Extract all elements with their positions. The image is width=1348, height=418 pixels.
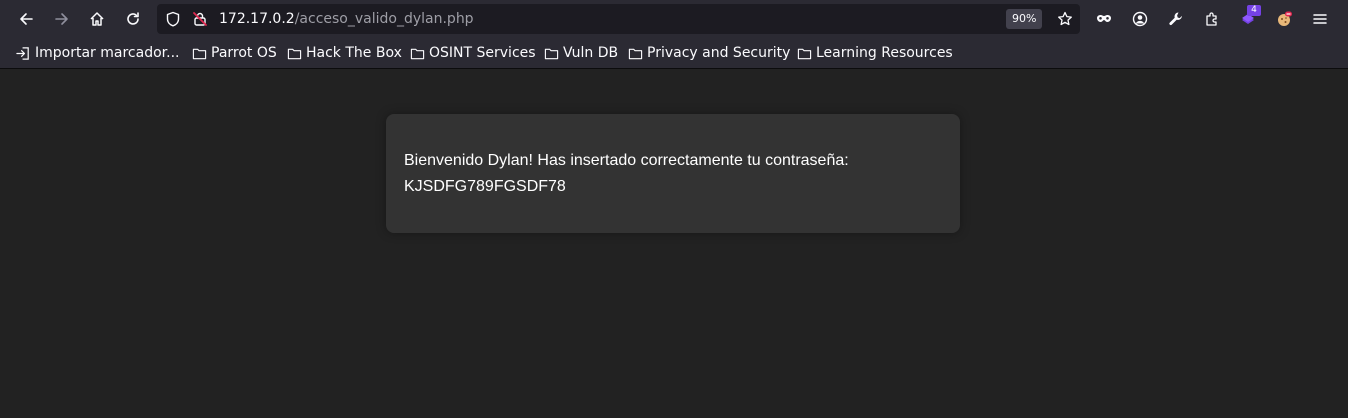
bookmark-label: Importar marcador...: [35, 45, 180, 61]
reload-button[interactable]: [121, 7, 145, 31]
insecure-lock-icon[interactable]: [192, 11, 208, 27]
welcome-message: Bienvenido Dylan! Has insertado correcta…: [404, 152, 849, 169]
bookmark-label: Hack The Box: [306, 45, 402, 61]
zoom-level-button[interactable]: 90%: [1006, 9, 1043, 29]
menu-button[interactable]: [1308, 7, 1332, 31]
extension-badge: 4: [1247, 5, 1261, 16]
folder-icon: [410, 48, 425, 59]
bookmark-folder-osint-services[interactable]: OSINT Services: [410, 38, 536, 68]
wrench-icon: [1169, 12, 1182, 26]
bookmark-label: Privacy and Security: [647, 45, 791, 61]
folder-icon: [628, 48, 643, 59]
url-text[interactable]: 172.17.0.2/acceso_valido_dylan.php: [219, 10, 474, 28]
url-path: /acceso_valido_dylan.php: [294, 11, 474, 27]
private-browsing-button[interactable]: [1092, 7, 1116, 31]
bookmark-import[interactable]: Importar marcador...: [16, 38, 179, 68]
home-button[interactable]: [85, 7, 109, 31]
browser-toolbar: 172.17.0.2/acceso_valido_dylan.php 90% 4: [0, 0, 1348, 38]
bookmark-label: Parrot OS: [211, 45, 277, 61]
private-browsing-icon: [1097, 15, 1111, 22]
url-bar[interactable]: 172.17.0.2/acceso_valido_dylan.php 90%: [157, 4, 1080, 34]
account-button[interactable]: [1128, 7, 1152, 31]
bookmark-folder-hack-the-box[interactable]: Hack The Box: [287, 38, 402, 68]
bookmark-label: Learning Resources: [816, 45, 953, 61]
star-icon: [1058, 11, 1072, 26]
forward-icon: [55, 13, 68, 25]
bookmark-folder-vuln-db[interactable]: Vuln DB: [544, 38, 618, 68]
cookie-extension-button[interactable]: [1272, 7, 1296, 31]
developer-tools-button[interactable]: [1164, 7, 1188, 31]
extensions-button[interactable]: [1200, 7, 1224, 31]
bookmark-label: Vuln DB: [563, 45, 619, 61]
import-icon: [16, 46, 29, 60]
folder-icon: [544, 48, 559, 59]
reload-icon: [127, 12, 139, 25]
folder-icon: [287, 48, 302, 59]
bookmark-folder-privacy-and-security[interactable]: Privacy and Security: [628, 38, 790, 68]
forward-button[interactable]: [50, 7, 74, 31]
back-icon: [20, 13, 33, 25]
account-icon: [1132, 11, 1148, 27]
url-host: 172.17.0.2: [219, 11, 295, 27]
welcome-card: Bienvenido Dylan! Has insertado correcta…: [386, 114, 960, 233]
folder-icon: [797, 48, 812, 59]
back-button[interactable]: [14, 7, 38, 31]
folder-icon: [192, 48, 207, 59]
bookmark-label: OSINT Services: [429, 45, 536, 61]
password-value: KJSDFG789FGSDF78: [404, 178, 566, 195]
cookie-extension-icon: [1278, 11, 1292, 26]
bookmark-folder-learning-resources[interactable]: Learning Resources: [797, 38, 953, 68]
bookmark-folder-parrot-os[interactable]: Parrot OS: [192, 38, 277, 68]
menu-icon: [1313, 14, 1327, 24]
home-icon: [90, 12, 104, 26]
bookmarks-toolbar: Importar marcador... Parrot OS Hack The …: [0, 38, 1348, 69]
tracking-protection-shield-icon[interactable]: [165, 11, 181, 27]
extensions-icon: [1206, 12, 1217, 26]
welcome-text: Bienvenido Dylan! Has insertado correcta…: [404, 148, 944, 200]
bookmark-star-button[interactable]: [1053, 7, 1077, 31]
